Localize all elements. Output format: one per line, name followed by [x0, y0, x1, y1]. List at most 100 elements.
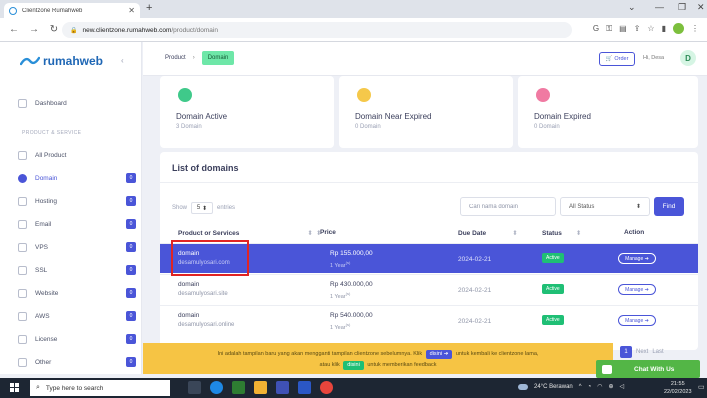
table-row[interactable]: domain desamulyosari.online Rp 540.000,0… [160, 305, 698, 335]
forward-icon[interactable]: → [28, 24, 40, 35]
manage-button[interactable]: Manage ➔ [618, 315, 656, 326]
column-header-status[interactable]: Status ⬍ [542, 229, 581, 237]
google-icon[interactable]: G [593, 24, 599, 33]
price-cell: Rp 430.000,00 1 Year(s) [330, 281, 373, 300]
count-badge: 0 [126, 357, 136, 367]
show-label: Show [172, 205, 188, 211]
reload-icon[interactable]: ↻ [48, 24, 60, 35]
manage-button[interactable]: Manage ➔ [618, 253, 656, 264]
taskbar-search[interactable]: ⌕ Type here to search [30, 380, 170, 396]
tray-chevron-icon[interactable]: ^ [579, 384, 582, 390]
network-icon[interactable]: ◔ [588, 384, 592, 390]
sidebar-item-other[interactable]: Other 0 [18, 355, 136, 369]
sidebar-item-aws[interactable]: AWS 0 [18, 309, 136, 323]
page-number-button[interactable]: 1 [620, 346, 632, 358]
count-badge: 0 [126, 173, 136, 183]
file-explorer-icon[interactable] [254, 381, 267, 394]
sidebar-item-dashboard[interactable]: Dashboard [18, 96, 136, 110]
sidebar-item-ssl[interactable]: SSL 0 [18, 263, 136, 277]
cloud-icon [18, 311, 27, 321]
bookmark-star-icon[interactable]: ☆ [647, 24, 654, 33]
column-header-due-date[interactable]: Due Date ⬍ [458, 229, 518, 237]
sort-icon: ⬍ [575, 230, 582, 237]
notice-text: atau klik [319, 362, 340, 368]
volume-icon[interactable]: ◁ [620, 383, 625, 390]
highlight-annotation-box [171, 240, 249, 276]
feedback-link[interactable]: disini [343, 361, 364, 370]
avatar[interactable]: D [680, 50, 696, 66]
sidebar-item-email[interactable]: Email 0 [18, 217, 136, 231]
new-tab-icon[interactable]: + [146, 2, 152, 14]
status-filter-value: All Status [569, 203, 595, 210]
breadcrumb-product[interactable]: Product [165, 55, 186, 61]
billing-period: 1 Year(s) [330, 291, 351, 300]
manage-button[interactable]: Manage ➔ [618, 284, 656, 295]
entries-label: entries [217, 205, 236, 211]
key-icon[interactable]: ⚿ [606, 24, 612, 34]
vps-icon [18, 242, 27, 252]
entries-control: Show 5 ⬍ entries [172, 202, 235, 214]
sidebar-item-website[interactable]: Website 0 [18, 286, 136, 300]
brand-name: rumahweb [43, 54, 104, 68]
sidebar-item-hosting[interactable]: Hosting 0 [18, 194, 136, 208]
tab-search-icon[interactable]: ⌄ [628, 2, 636, 13]
entries-select[interactable]: 5 ⬍ [191, 202, 214, 214]
price-amount: Rp 540.000,00 [330, 312, 373, 319]
find-button[interactable]: Find [654, 197, 684, 216]
extension-icon[interactable]: ▤ [619, 24, 627, 33]
weather-text[interactable]: 24°C Berawan [534, 384, 573, 390]
sidebar-item-vps[interactable]: VPS 0 [18, 240, 136, 254]
column-header-price[interactable]: Price [320, 229, 336, 236]
column-label: Due Date [458, 230, 487, 237]
browser-menu-icon[interactable]: ⋮ [691, 24, 699, 33]
collapse-sidebar-icon[interactable]: ‹ [121, 56, 124, 65]
status-cell: Active [542, 284, 564, 294]
profile-icon[interactable] [673, 23, 684, 34]
back-icon[interactable]: ← [8, 24, 20, 35]
sidebar-item-label: License [35, 335, 58, 343]
sort-icon[interactable]: ⬍ [316, 229, 321, 237]
sidebar-item-all-product[interactable]: All Product [18, 148, 136, 162]
browser-tab[interactable]: Clientzone Rumahweb ✕ [4, 3, 140, 18]
maximize-icon[interactable]: ❐ [678, 2, 686, 13]
chrome-icon[interactable] [320, 381, 333, 394]
chat-with-us-button[interactable]: Chat With Us [596, 360, 700, 378]
order-label: Order [614, 56, 629, 62]
sidebar-item-label: All Product [35, 151, 67, 159]
excel-icon[interactable] [232, 381, 245, 394]
table-row[interactable]: domain desamulyosari.site Rp 430.000,00 … [160, 274, 698, 304]
next-page-button[interactable]: Next [636, 349, 648, 355]
status-badge: Active [542, 284, 564, 294]
breadcrumb-domain[interactable]: Domain [201, 51, 235, 65]
sidebar-item-license[interactable]: License 0 [18, 332, 136, 346]
mail-app-icon[interactable] [276, 381, 289, 394]
rumahweb-logo[interactable]: rumahweb [20, 54, 103, 68]
url-bar[interactable]: 🔒 new.clientzone.rumahweb.com/product/do… [62, 22, 572, 38]
word-icon[interactable] [298, 381, 311, 394]
share-icon[interactable]: ⇪ [634, 24, 641, 33]
taskbar-apps [188, 381, 333, 394]
close-window-icon[interactable]: ✕ [697, 2, 705, 13]
windows-start-icon[interactable] [10, 383, 20, 393]
sidepanel-icon[interactable]: ▮ [662, 24, 666, 33]
stat-card-domain-expired: Domain Expired 0 Domain [518, 76, 698, 148]
language-icon[interactable]: ⊕ [608, 383, 613, 390]
sidebar-item-domain[interactable]: Domain 0 [18, 171, 136, 185]
status-filter-select[interactable]: All Status ⬍ [560, 197, 650, 216]
close-tab-icon[interactable]: ✕ [128, 6, 135, 15]
stat-count: 3 Domain [176, 124, 202, 130]
last-page-button[interactable]: Last [652, 349, 663, 355]
column-header-product[interactable]: Product or Services ⬍ [178, 229, 313, 237]
old-clientzone-link[interactable]: disini ➔ [425, 350, 453, 359]
order-button[interactable]: 🛒 Order [599, 52, 635, 66]
product-cell: domain desamulyosari.online [178, 312, 234, 328]
chat-icon [602, 364, 612, 374]
minimize-icon[interactable]: — [655, 2, 664, 12]
notification-icon[interactable]: ▭ [698, 383, 705, 391]
task-view-icon[interactable] [188, 381, 201, 394]
wifi-icon[interactable]: ◠ [597, 383, 602, 390]
sort-icon: ⬍ [512, 230, 518, 237]
domain-search-input[interactable] [460, 197, 556, 216]
edge-browser-icon[interactable] [210, 381, 223, 394]
taskbar-clock[interactable]: 21:55 22/02/2023 [664, 380, 692, 396]
